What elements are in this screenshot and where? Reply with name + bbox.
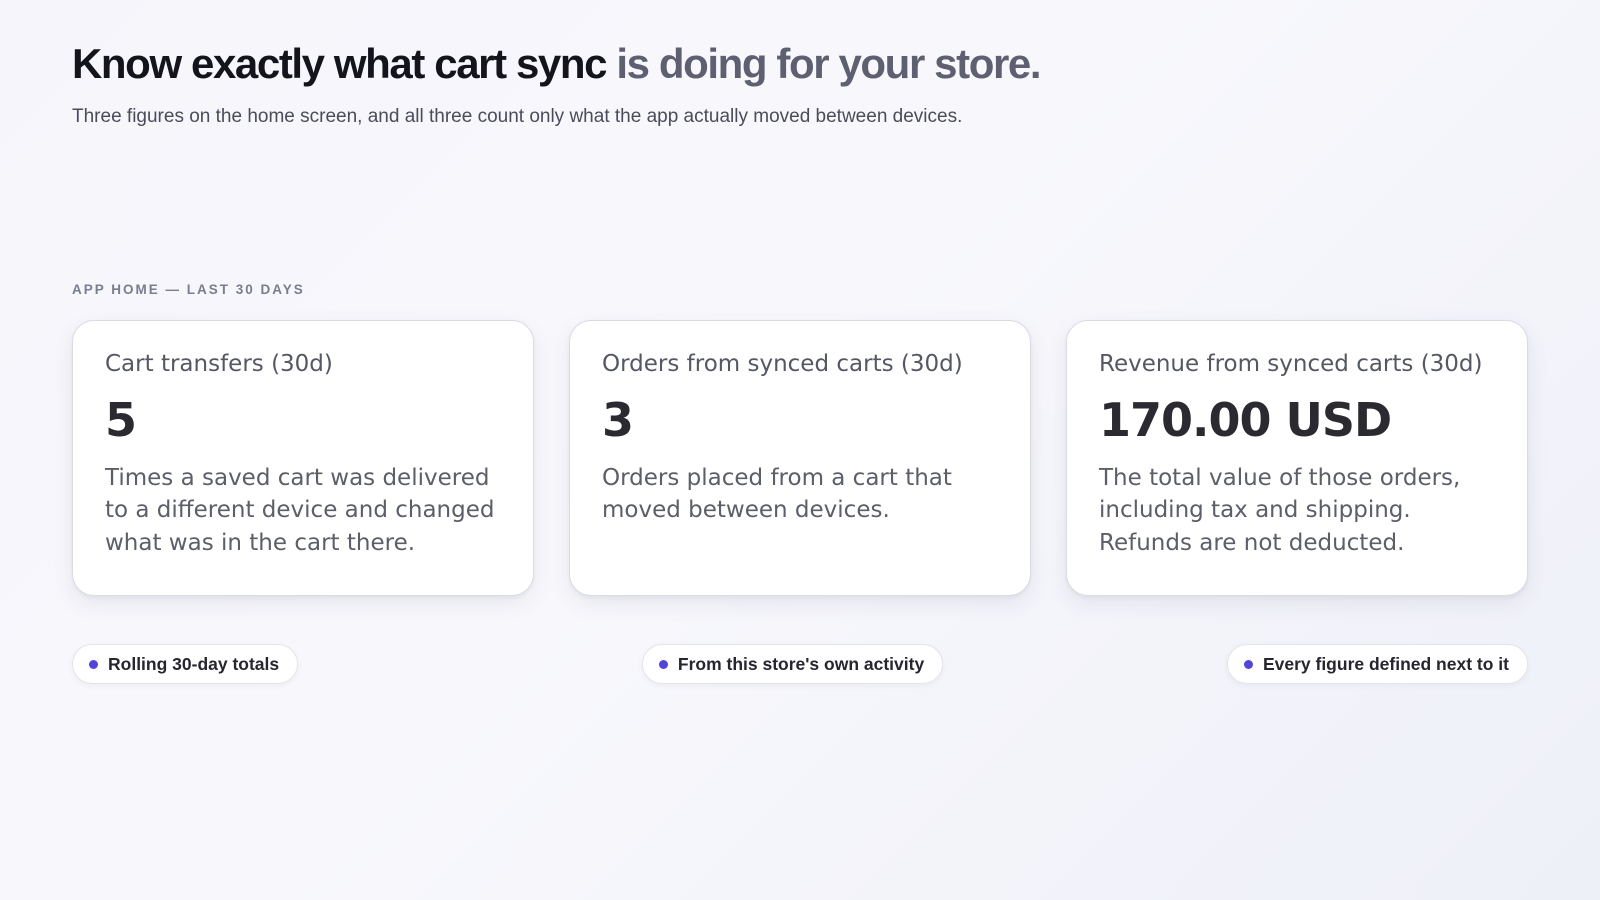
page: Know exactly what cart sync is doing for… [72, 0, 1528, 900]
metric-card-value: 170.00 USD [1099, 393, 1392, 447]
pill-rolling-totals: Rolling 30-day totals [72, 644, 299, 684]
metric-card-value: 3 [602, 393, 634, 447]
pill-figure-defined: Every figure defined next to it [1226, 644, 1528, 684]
metric-card-description: The total value of those orders, includi… [1099, 464, 1461, 556]
metric-card-description: Orders placed from a cart that moved bet… [602, 464, 952, 524]
metric-card-label: Cart transfers (30d) [105, 351, 333, 377]
pill-store-activity: From this store's own activity [641, 644, 944, 684]
metric-card-description: Times a saved cart was delivered to a di… [105, 464, 495, 556]
bullet-dot-icon [89, 659, 98, 669]
page-subtitle: Three figures on the home screen, and al… [72, 106, 963, 127]
page-title-strong: Know exactly what cart sync [72, 40, 607, 87]
pill-label: Every figure defined next to it [1262, 653, 1509, 674]
metric-card-label: Orders from synced carts (30d) [602, 351, 963, 377]
section-label: APP HOME — LAST 30 DAYS [72, 282, 305, 297]
metric-card-cart-transfers: Cart transfers (30d) 5 Times a saved car… [72, 320, 534, 596]
metric-card-label: Revenue from synced carts (30d) [1099, 351, 1483, 377]
bullet-dot-icon [658, 659, 668, 669]
pill-label: From this store's own activity [677, 653, 925, 674]
metric-card-orders: Orders from synced carts (30d) 3 Orders … [569, 320, 1031, 596]
bullet-dot-icon [1243, 659, 1253, 669]
pill-label: Rolling 30-day totals [108, 653, 280, 674]
metric-card-value: 5 [105, 393, 137, 447]
feature-pills: Rolling 30-day totals From this store's … [72, 644, 1528, 684]
metric-card-revenue: Revenue from synced carts (30d) 170.00 U… [1066, 320, 1528, 596]
page-title: Know exactly what cart sync is doing for… [72, 40, 1042, 88]
metric-cards: Cart transfers (30d) 5 Times a saved car… [72, 320, 1528, 596]
page-title-muted: is doing for your store. [606, 40, 1041, 87]
